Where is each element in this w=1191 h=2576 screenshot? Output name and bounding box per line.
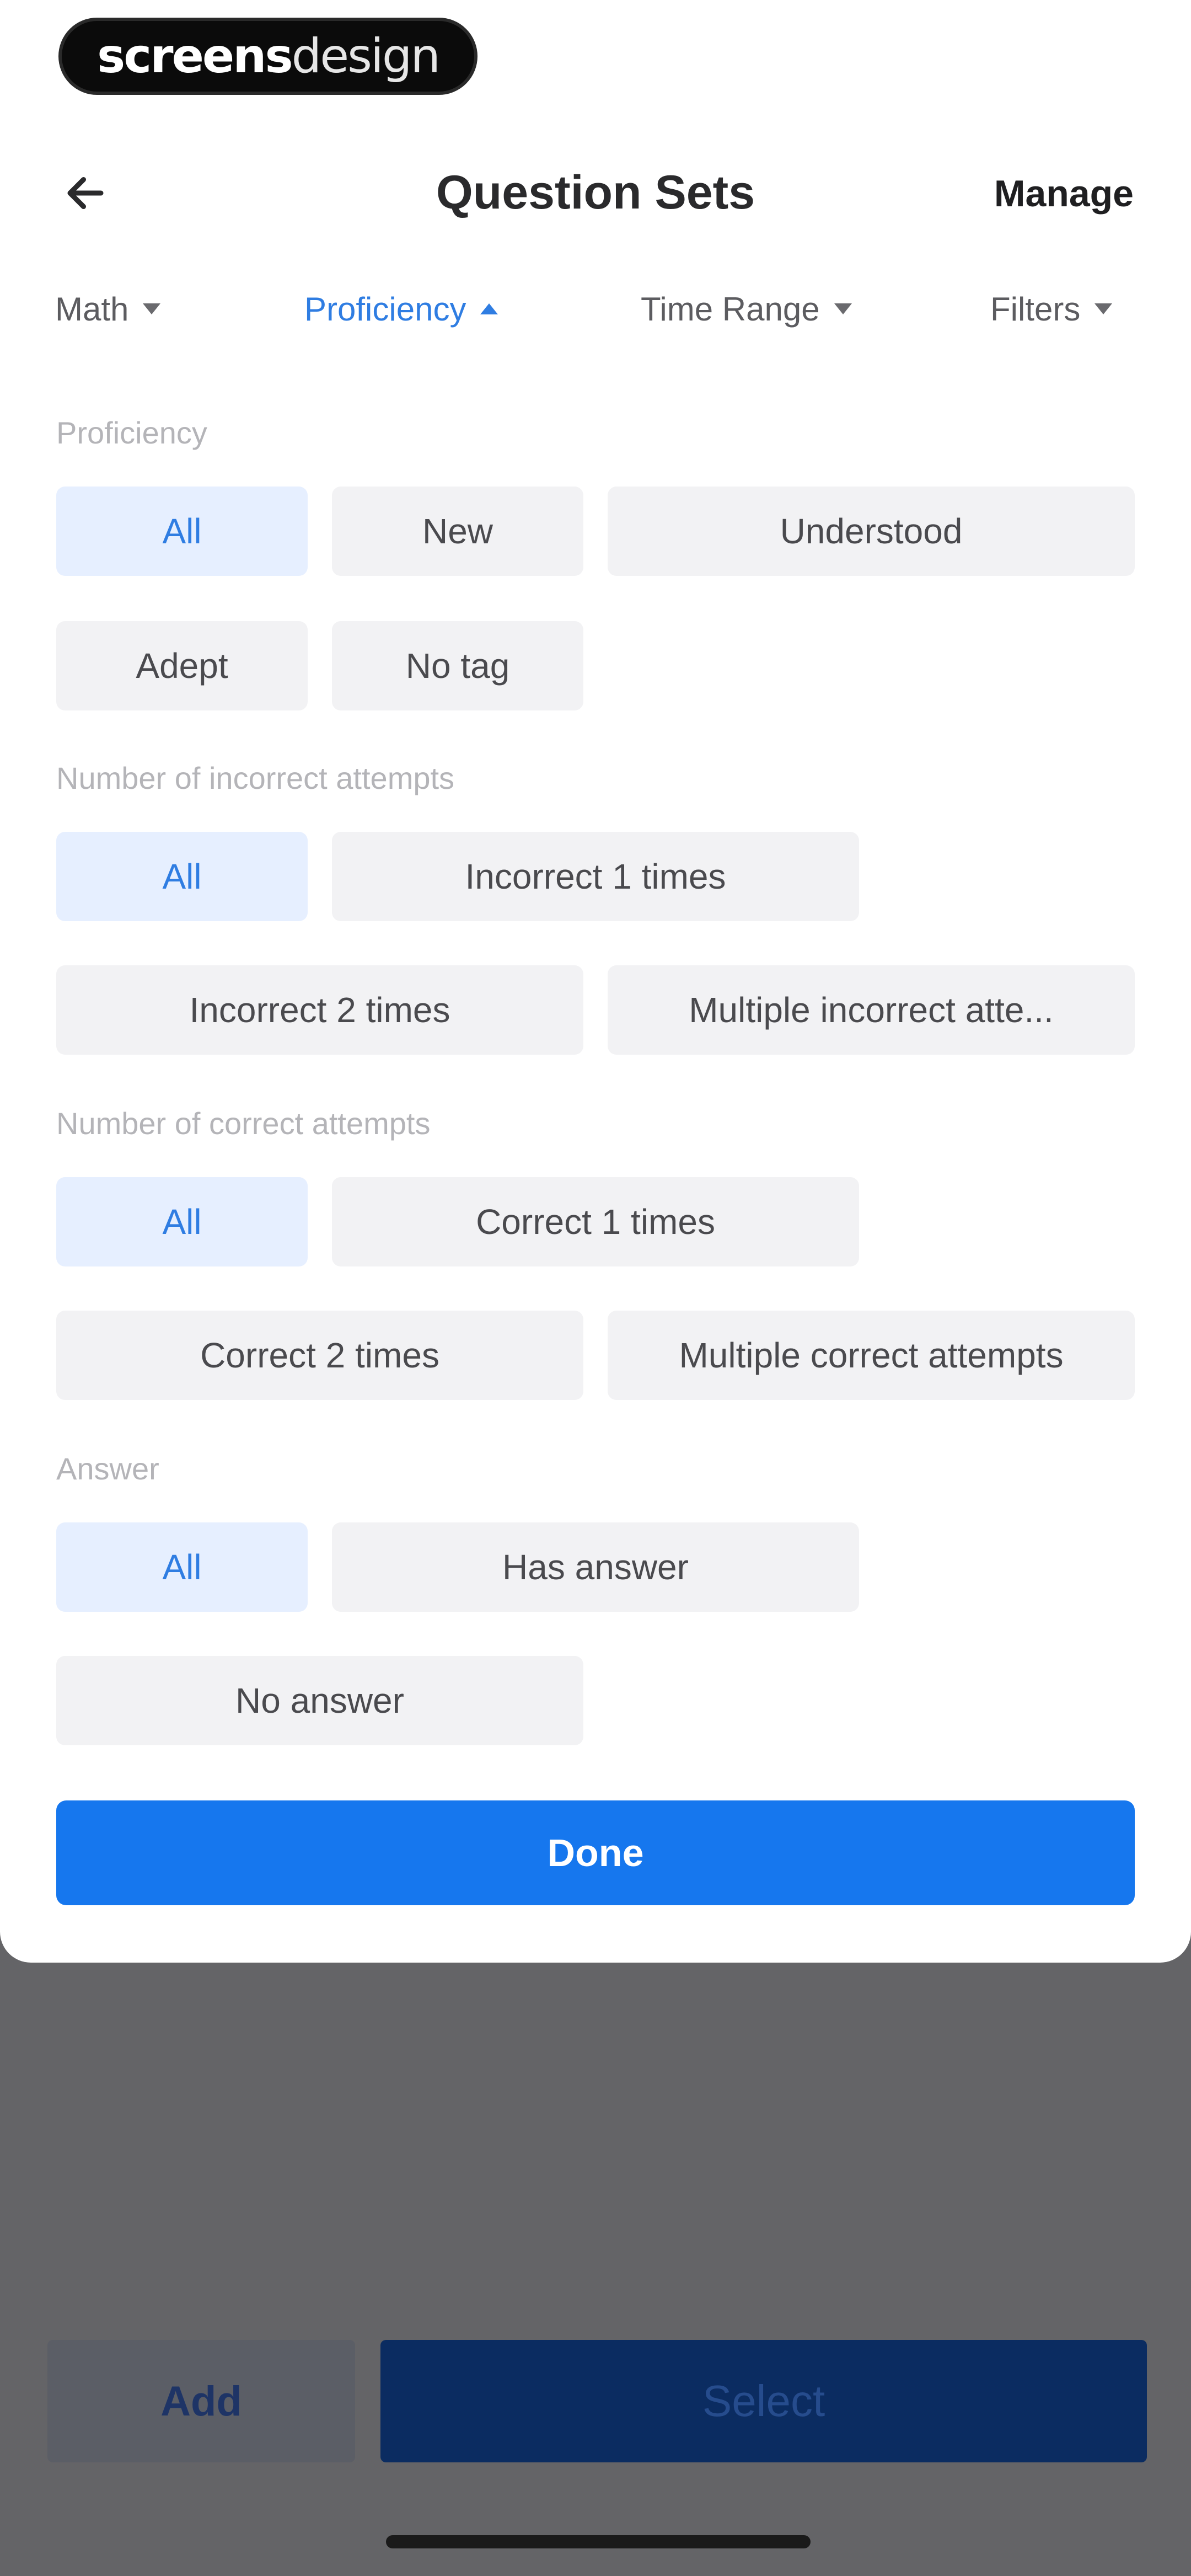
chip-incorrect-1[interactable]: Incorrect 1 times xyxy=(332,832,859,921)
tab-time-range-label: Time Range xyxy=(641,290,820,328)
filter-sheet: screensdesign Question Sets Manage Math … xyxy=(0,0,1191,1963)
tab-filters-label: Filters xyxy=(990,290,1081,328)
logo-bold-text: screens xyxy=(97,29,293,84)
chip-answer-has-answer[interactable]: Has answer xyxy=(332,1522,859,1612)
logo-light-text: design xyxy=(291,29,441,84)
caret-up-icon xyxy=(480,303,498,314)
chip-proficiency-adept[interactable]: Adept xyxy=(56,621,308,710)
manage-button[interactable]: Manage xyxy=(994,172,1134,215)
tab-math-label: Math xyxy=(55,290,129,328)
tab-proficiency[interactable]: Proficiency xyxy=(304,281,498,336)
chip-answer-no-answer[interactable]: No answer xyxy=(56,1656,583,1745)
section-label-answer: Answer xyxy=(56,1451,159,1486)
tab-filters[interactable]: Filters xyxy=(990,281,1113,336)
chip-incorrect-multiple[interactable]: Multiple incorrect atte... xyxy=(608,965,1135,1055)
screensdesign-logo: screensdesign xyxy=(58,18,478,95)
chip-correct-all[interactable]: All xyxy=(56,1177,308,1266)
logo-text: screensdesign xyxy=(97,29,441,84)
chip-proficiency-understood[interactable]: Understood xyxy=(608,487,1135,576)
filter-tabs: Math Proficiency Time Range Filters xyxy=(0,281,1191,336)
chip-answer-all[interactable]: All xyxy=(56,1522,308,1612)
chip-incorrect-2[interactable]: Incorrect 2 times xyxy=(56,965,583,1055)
done-button[interactable]: Done xyxy=(56,1800,1135,1905)
chip-correct-2[interactable]: Correct 2 times xyxy=(56,1311,583,1400)
add-button[interactable]: Add xyxy=(47,2340,355,2462)
caret-down-icon xyxy=(143,303,161,314)
nav-bar: Question Sets Manage xyxy=(0,154,1191,232)
home-indicator xyxy=(386,2535,811,2548)
section-label-proficiency: Proficiency xyxy=(56,415,207,450)
chip-proficiency-new[interactable]: New xyxy=(332,487,583,576)
section-label-incorrect: Number of incorrect attempts xyxy=(56,761,455,795)
section-label-correct: Number of correct attempts xyxy=(56,1106,431,1141)
tab-time-range[interactable]: Time Range xyxy=(641,281,852,336)
chip-proficiency-no-tag[interactable]: No tag xyxy=(332,621,583,710)
caret-down-icon xyxy=(834,303,852,314)
caret-down-icon xyxy=(1095,303,1113,314)
tab-math[interactable]: Math xyxy=(55,281,161,336)
chip-correct-multiple[interactable]: Multiple correct attempts xyxy=(608,1311,1135,1400)
chip-incorrect-all[interactable]: All xyxy=(56,832,308,921)
bottom-action-bar: Add Select xyxy=(0,2333,1191,2466)
chip-proficiency-all[interactable]: All xyxy=(56,487,308,576)
tab-proficiency-label: Proficiency xyxy=(304,290,466,328)
chip-correct-1[interactable]: Correct 1 times xyxy=(332,1177,859,1266)
select-button[interactable]: Select xyxy=(380,2340,1147,2462)
